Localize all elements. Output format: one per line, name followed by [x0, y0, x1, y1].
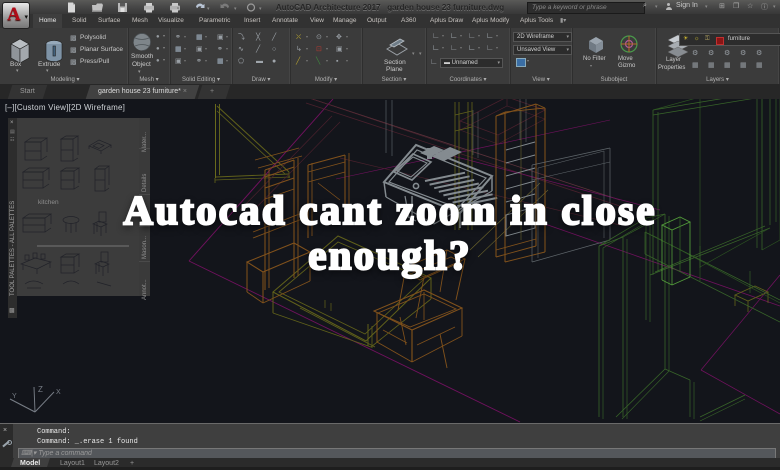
svg-text:▾: ▾ [207, 6, 210, 12]
svg-text:▾: ▾ [259, 6, 262, 12]
svg-text:▾: ▾ [234, 6, 237, 12]
svg-text:Z: Z [38, 385, 43, 394]
svg-text:X: X [56, 389, 61, 396]
svg-text:Y: Y [12, 393, 17, 400]
